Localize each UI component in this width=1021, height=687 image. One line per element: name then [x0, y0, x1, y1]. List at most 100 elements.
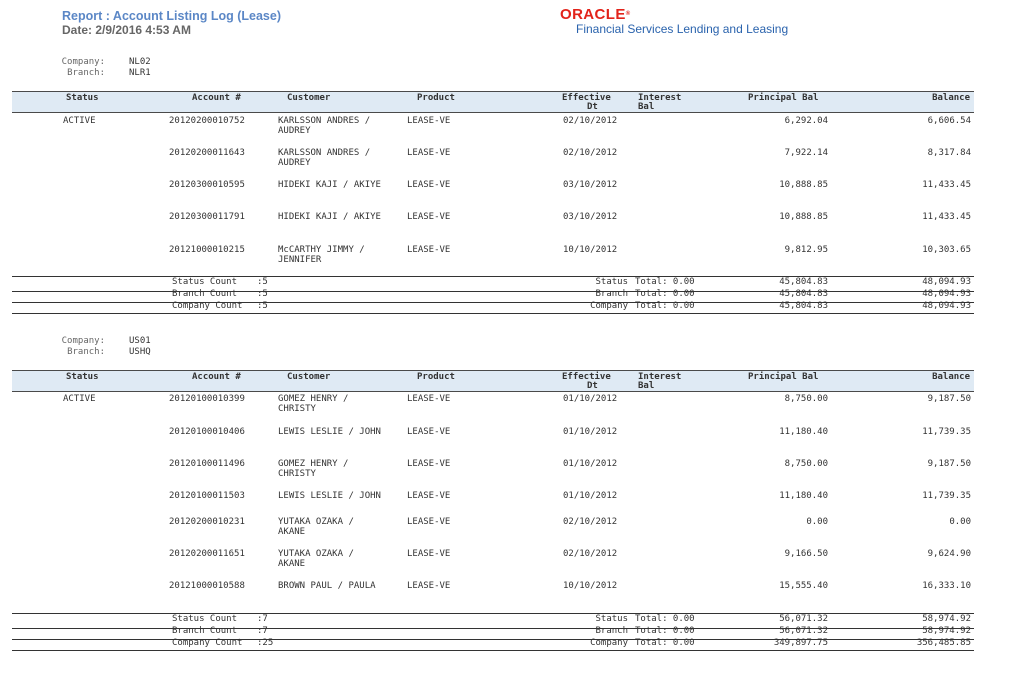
cell-account: 20120100010406: [169, 427, 245, 437]
cell-account: 20121000010215: [169, 245, 245, 255]
total-balance: 58,974.92: [922, 626, 971, 636]
header-account: Account #: [192, 372, 241, 382]
total-value: Total: 0.00: [635, 277, 695, 287]
header-balance: Balance: [932, 372, 970, 382]
cell-customer-line2: CHRISTY: [278, 404, 316, 414]
cell-principal: 0.00: [806, 517, 828, 527]
cell-account: 20120200010752: [169, 116, 245, 126]
total-balance: 48,094.93: [922, 289, 971, 299]
cell-customer: LEWIS LESLIE / JOHN: [278, 427, 381, 437]
header-effective-dt: Dt: [587, 102, 598, 112]
cell-customer-line2: AKANE: [278, 559, 306, 569]
cell-customer-line2: JENNIFER: [278, 255, 322, 265]
header-product: Product: [417, 93, 455, 103]
table-row: 20120100011503 LEWIS LESLIE / JOHN LEASE-V…: [0, 491, 1021, 515]
cell-customer: HIDEKI KAJI / AKIYE: [278, 212, 381, 222]
cell-customer: GOMEZ HENRY /: [278, 459, 349, 469]
cell-account: 20120200011651: [169, 549, 245, 559]
header-customer: Customer: [287, 372, 331, 382]
branch-value: USHQ: [129, 347, 151, 357]
totals-row: Status Count:7 Status Total: 0.00 56,071.32…: [0, 615, 1021, 625]
cell-account: 20120200010231: [169, 517, 245, 527]
header-balance: Balance: [932, 93, 970, 103]
table-row: 20120100011496 GOMEZ HENRY / CHRISTY LEASE-…: [0, 459, 1021, 483]
cell-product: LEASE-VE: [407, 116, 451, 126]
cell-customer: BROWN PAUL / PAULA: [278, 581, 376, 591]
cell-effective-date: 02/10/2012: [563, 517, 618, 527]
header-product: Product: [417, 372, 455, 382]
total-balance: 356,485.85: [916, 638, 971, 648]
company-value: US01: [129, 336, 151, 346]
cell-principal: 10,888.85: [779, 212, 828, 222]
total-label: Status: [595, 614, 628, 624]
cell-product: LEASE-VE: [407, 148, 451, 158]
cell-principal: 15,555.40: [779, 581, 828, 591]
cell-customer-line2: CHRISTY: [278, 469, 316, 479]
table-row: 20120200011643 KARLSSON ANDRES / AUDREY LEA…: [0, 148, 1021, 172]
cell-balance: 9,187.50: [927, 459, 971, 469]
cell-principal: 10,888.85: [779, 180, 828, 190]
cell-effective-date: 10/10/2012: [563, 245, 618, 255]
total-principal: 56,071.32: [779, 626, 828, 636]
cell-principal: 8,750.00: [784, 459, 828, 469]
totals-rule: [12, 650, 974, 651]
cell-balance: 9,624.90: [927, 549, 971, 559]
cell-effective-date: 03/10/2012: [563, 212, 618, 222]
table-row: ACTIVE 20120100010399 GOMEZ HENRY / CHRISTY…: [0, 394, 1021, 418]
cell-balance: 16,333.10: [922, 581, 971, 591]
branch-value: NLR1: [129, 68, 151, 78]
cell-account: 20121000010588: [169, 581, 245, 591]
table-row: 20120300011791 HIDEKI KAJI / AKIYE LEASE-V…: [0, 212, 1021, 236]
cell-customer-line2: AUDREY: [278, 158, 311, 168]
header-status: Status: [66, 372, 99, 382]
cell-balance: 9,187.50: [927, 394, 971, 404]
cell-product: LEASE-VE: [407, 394, 451, 404]
branch-label: Branch:: [67, 68, 105, 78]
total-principal: 349,897.75: [773, 638, 828, 648]
header-customer: Customer: [287, 93, 331, 103]
totals-row: Company Count :25 Company Total: 0.00 349,89…: [0, 639, 1021, 649]
total-label: Branch: [595, 626, 628, 636]
cell-account: 20120300011791: [169, 212, 245, 222]
cell-principal: 9,812.95: [784, 245, 828, 255]
total-count-label: Company Count: [172, 301, 243, 311]
table-header: Status Account # Customer Product Effective D…: [12, 370, 974, 392]
total-balance: 48,094.93: [922, 301, 971, 311]
total-count-value: :7: [257, 626, 268, 636]
cell-effective-date: 01/10/2012: [563, 427, 618, 437]
report-date: Date: 2/9/2016 4:53 AM: [62, 23, 191, 37]
cell-principal: 7,922.14: [784, 148, 828, 158]
total-count-value: :25: [257, 638, 274, 648]
total-balance: 48,094.93: [922, 277, 971, 287]
cell-principal: 11,180.40: [779, 491, 828, 501]
total-count-label: Company Count: [172, 638, 243, 648]
total-count-label: Branch Count: [172, 626, 238, 636]
report-title: Report : Account Listing Log (Lease): [62, 9, 281, 23]
total-count-value: :5: [257, 277, 268, 287]
total-balance: 58,974.92: [922, 614, 971, 624]
total-principal: 45,804.83: [779, 277, 828, 287]
cell-status: ACTIVE: [63, 394, 96, 404]
table-row: 20121000010588 BROWN PAUL / PAULA LEASE-VE…: [0, 581, 1021, 605]
cell-account: 20120100011503: [169, 491, 245, 501]
total-value: Total: 0.00: [635, 638, 695, 648]
cell-customer: YUTAKA OZAKA /: [278, 517, 354, 527]
total-count-label: Status Count: [172, 614, 238, 624]
table-row: 20120100010406 LEWIS LESLIE / JOHN LEASE-V…: [0, 427, 1021, 451]
total-count-label: Branch Count: [172, 289, 238, 299]
cell-balance: 10,303.65: [922, 245, 971, 255]
cell-product: LEASE-VE: [407, 245, 451, 255]
cell-product: LEASE-VE: [407, 581, 451, 591]
company-label: Company:: [61, 336, 105, 346]
total-count-label: Status Count: [172, 277, 238, 287]
cell-principal: 9,166.50: [784, 549, 828, 559]
cell-balance: 11,433.45: [922, 212, 971, 222]
header-account: Account #: [192, 93, 241, 103]
cell-status: ACTIVE: [63, 116, 96, 126]
cell-product: LEASE-VE: [407, 491, 451, 501]
company-value: NL02: [129, 57, 151, 67]
cell-effective-date: 01/10/2012: [563, 491, 618, 501]
cell-customer: KARLSSON ANDRES /: [278, 116, 371, 126]
cell-product: LEASE-VE: [407, 459, 451, 469]
total-label: Company: [590, 638, 628, 648]
